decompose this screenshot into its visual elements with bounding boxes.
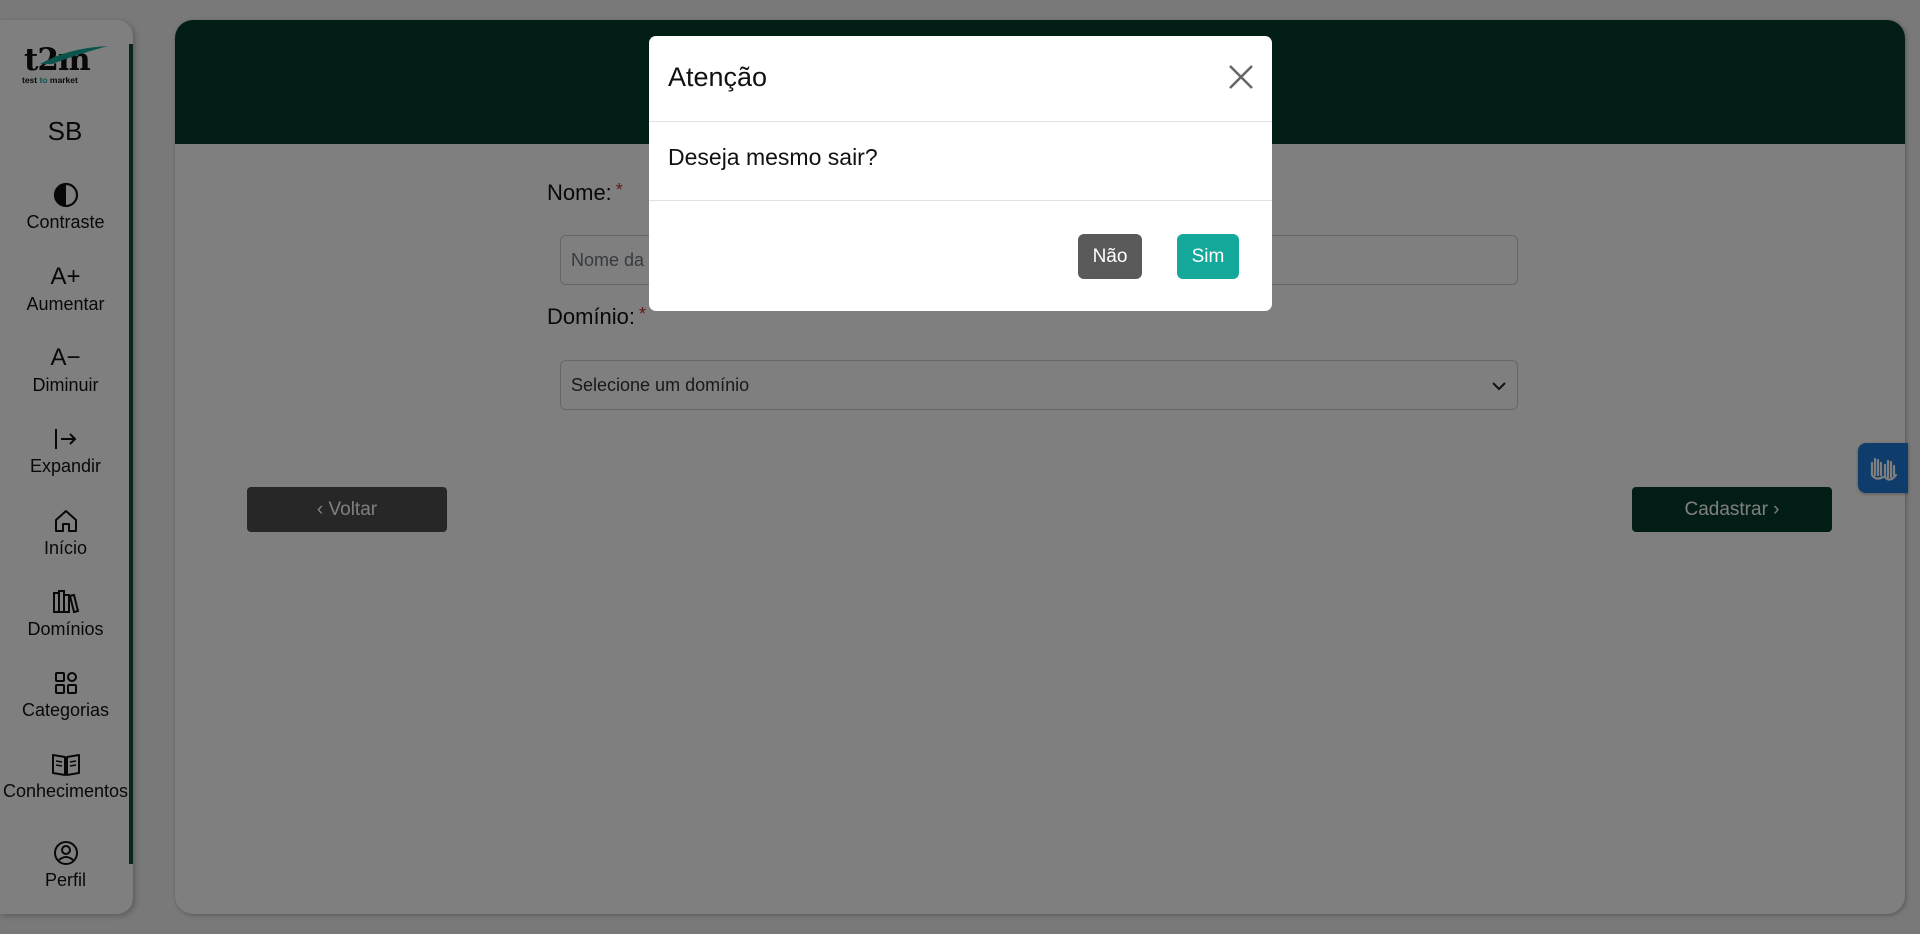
modal-body: Deseja mesmo sair? [649,122,1272,201]
no-button[interactable]: Não [1078,234,1142,279]
confirm-exit-dialog: Atenção Deseja mesmo sair? Não Sim [649,36,1272,311]
modal-message: Deseja mesmo sair? [668,144,878,170]
close-icon [1229,65,1253,89]
yes-button[interactable]: Sim [1177,234,1239,279]
modal-footer: Não Sim [649,201,1272,311]
modal-header: Atenção [649,36,1272,122]
modal-title: Atenção [668,62,768,92]
close-button[interactable] [1224,60,1258,94]
